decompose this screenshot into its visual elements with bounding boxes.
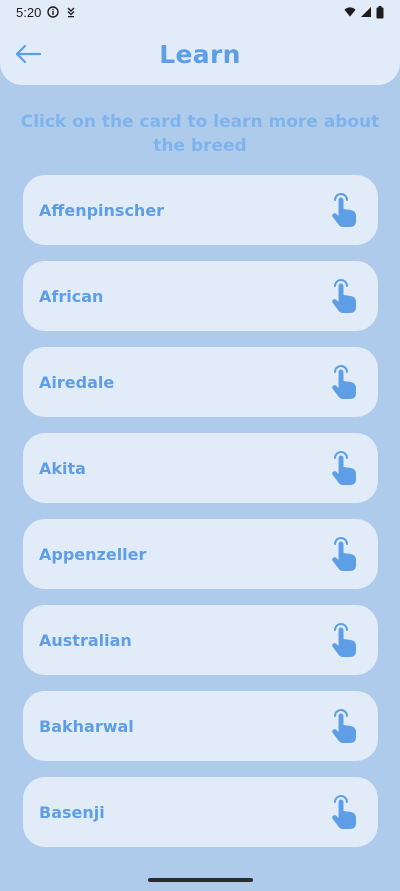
breed-name: African [39,286,104,306]
breed-card[interactable]: Bakharwal [23,691,378,761]
back-arrow-icon [14,44,42,64]
breed-name: Akita [39,458,86,478]
page-title: Learn [159,39,241,69]
tap-hand-icon [328,707,358,745]
breed-name: Basenji [39,802,105,822]
gesture-navigation-bar[interactable] [148,878,253,882]
signal-icon [360,6,372,18]
tap-hand-icon [328,449,358,487]
breed-card[interactable]: Airedale [23,347,378,417]
breed-name: Australian [39,630,132,650]
breed-card[interactable]: Australian [23,605,378,675]
download-icon [65,6,77,18]
tap-hand-icon [328,277,358,315]
breed-name: Affenpinscher [39,200,165,220]
breed-card[interactable]: Basenji [23,777,378,847]
breed-card[interactable]: Akita [23,433,378,503]
status-time: 5:20 [16,4,42,20]
status-left: 5:20 [16,5,77,20]
breed-name: Airedale [39,372,115,392]
breed-name: Bakharwal [39,716,134,736]
breed-card[interactable]: Affenpinscher [23,175,378,245]
status-right [344,6,384,19]
breed-card-list: Affenpinscher African Airedale Akita App… [23,175,378,863]
breed-name: Appenzeller [39,544,147,564]
tap-hand-icon [328,363,358,401]
breed-card[interactable]: African [23,261,378,331]
app-bar: Learn [0,24,400,85]
tap-hand-icon [328,793,358,831]
breed-card[interactable]: Appenzeller [23,519,378,589]
info-icon [47,6,60,18]
tap-hand-icon [328,535,358,573]
status-bar: 5:20 [0,0,400,24]
tap-hand-icon [328,621,358,659]
instruction-text: Click on the card to learn more about th… [20,112,380,156]
learn-screen: 5:20 Learn Click on the card to learn mo… [0,0,400,891]
battery-icon [376,6,384,19]
back-button[interactable] [8,34,48,74]
tap-hand-icon [328,191,358,229]
wifi-icon [344,6,356,18]
